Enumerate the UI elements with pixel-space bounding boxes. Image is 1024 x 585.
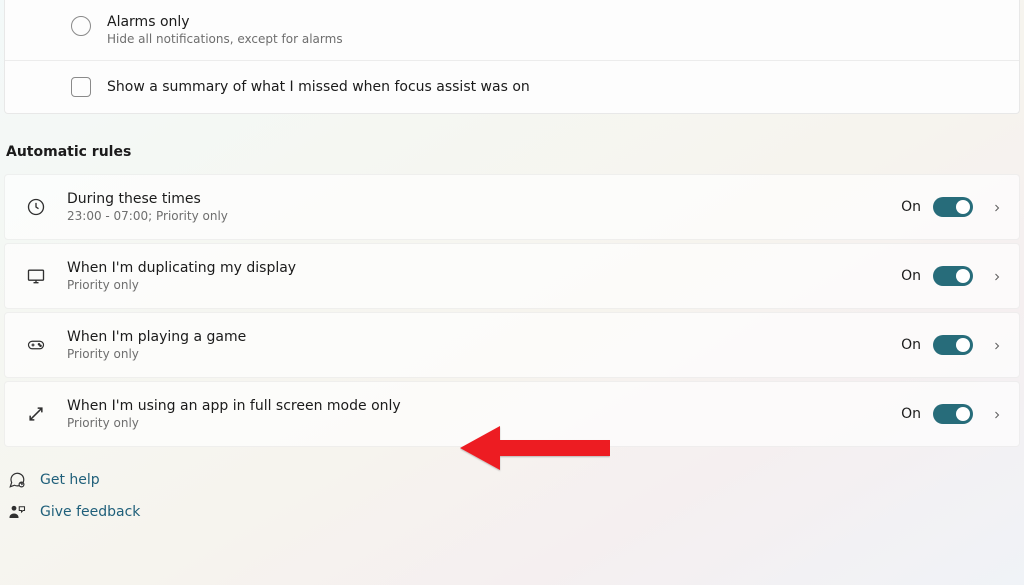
get-help-link[interactable]: Get help [8,471,1024,489]
rule-title: When I'm playing a game [67,329,881,345]
gamepad-icon [25,334,47,356]
toggle-switch[interactable] [933,197,973,217]
rule-controls: On [901,335,1001,355]
toggle-status: On [901,199,921,215]
alarms-only-texts: Alarms only Hide all notifications, exce… [107,14,343,46]
rule-subtitle: 23:00 - 07:00; Priority only [67,209,881,223]
get-help-label: Get help [40,472,100,488]
toggle-status: On [901,406,921,422]
feedback-icon [8,503,26,521]
chevron-right-icon [991,271,1001,281]
automatic-rules-list: During these times 23:00 - 07:00; Priori… [0,174,1024,447]
fullscreen-icon [25,403,47,425]
toggle-status: On [901,337,921,353]
rule-texts: During these times 23:00 - 07:00; Priori… [67,191,881,223]
help-icon [8,471,26,489]
toggle-switch[interactable] [933,335,973,355]
clock-icon [25,196,47,218]
monitor-icon [25,265,47,287]
rule-subtitle: Priority only [67,416,881,430]
rule-duplicating-display[interactable]: When I'm duplicating my display Priority… [4,243,1020,309]
rule-subtitle: Priority only [67,347,881,361]
rule-texts: When I'm duplicating my display Priority… [67,260,881,292]
rule-title: During these times [67,191,881,207]
rule-texts: When I'm playing a game Priority only [67,329,881,361]
give-feedback-label: Give feedback [40,504,140,520]
rule-controls: On [901,197,1001,217]
automatic-rules-heading: Automatic rules [6,144,1024,160]
rule-subtitle: Priority only [67,278,881,292]
chevron-right-icon [991,409,1001,419]
rule-controls: On [901,404,1001,424]
show-summary-option[interactable]: Show a summary of what I missed when foc… [5,60,1019,113]
toggle-status: On [901,268,921,284]
rule-during-these-times[interactable]: During these times 23:00 - 07:00; Priori… [4,174,1020,240]
alarms-only-option[interactable]: Alarms only Hide all notifications, exce… [5,0,1019,60]
radio-unselected-icon [71,16,91,36]
rule-controls: On [901,266,1001,286]
checkbox-unchecked-icon [71,77,91,97]
alarms-only-description: Hide all notifications, except for alarm… [107,32,343,46]
toggle-switch[interactable] [933,404,973,424]
show-summary-label: Show a summary of what I missed when foc… [107,79,530,95]
rule-title: When I'm using an app in full screen mod… [67,398,881,414]
focus-options-card: Alarms only Hide all notifications, exce… [4,0,1020,114]
give-feedback-link[interactable]: Give feedback [8,503,1024,521]
rule-playing-game[interactable]: When I'm playing a game Priority only On [4,312,1020,378]
chevron-right-icon [991,202,1001,212]
footer-links: Get help Give feedback [0,471,1024,521]
rule-title: When I'm duplicating my display [67,260,881,276]
rule-full-screen-app[interactable]: When I'm using an app in full screen mod… [4,381,1020,447]
toggle-switch[interactable] [933,266,973,286]
alarms-only-label: Alarms only [107,14,343,30]
chevron-right-icon [991,340,1001,350]
rule-texts: When I'm using an app in full screen mod… [67,398,881,430]
